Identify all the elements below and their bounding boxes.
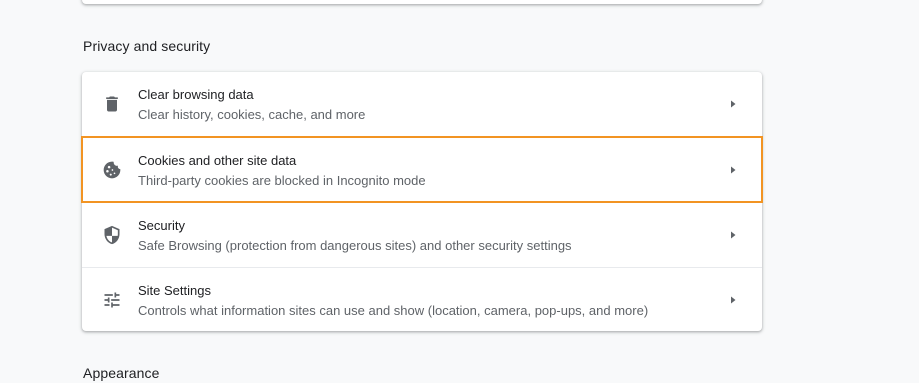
tune-icon — [102, 290, 122, 310]
cookies-and-site-data-row[interactable]: Cookies and other site data Third-party … — [81, 136, 763, 203]
row-subtitle: Third-party cookies are blocked in Incog… — [138, 173, 426, 188]
row-subtitle: Safe Browsing (protection from dangerous… — [138, 238, 572, 253]
row-title: Cookies and other site data — [138, 153, 297, 168]
previous-section-card — [82, 0, 762, 4]
row-subtitle: Clear history, cookies, cache, and more — [138, 107, 366, 122]
row-title: Security — [138, 218, 185, 233]
shield-icon — [102, 225, 122, 245]
security-row[interactable]: Security Safe Browsing (protection from … — [82, 202, 762, 267]
arrow-right-icon — [728, 230, 738, 240]
privacy-card: Clear browsing data Clear history, cooki… — [81, 72, 763, 332]
row-title: Clear browsing data — [138, 87, 254, 102]
arrow-right-icon — [728, 99, 738, 109]
arrow-right-icon — [728, 165, 738, 175]
site-settings-row[interactable]: Site Settings Controls what information … — [82, 267, 762, 332]
clear-browsing-data-row[interactable]: Clear browsing data Clear history, cooki… — [82, 72, 762, 137]
cookie-icon — [102, 160, 122, 180]
row-title: Site Settings — [138, 283, 211, 298]
privacy-section-title: Privacy and security — [83, 38, 211, 54]
row-subtitle: Controls what information sites can use … — [138, 303, 649, 318]
arrow-right-icon — [728, 295, 738, 305]
trash-icon — [102, 94, 122, 114]
appearance-section-title: Appearance — [83, 365, 160, 381]
